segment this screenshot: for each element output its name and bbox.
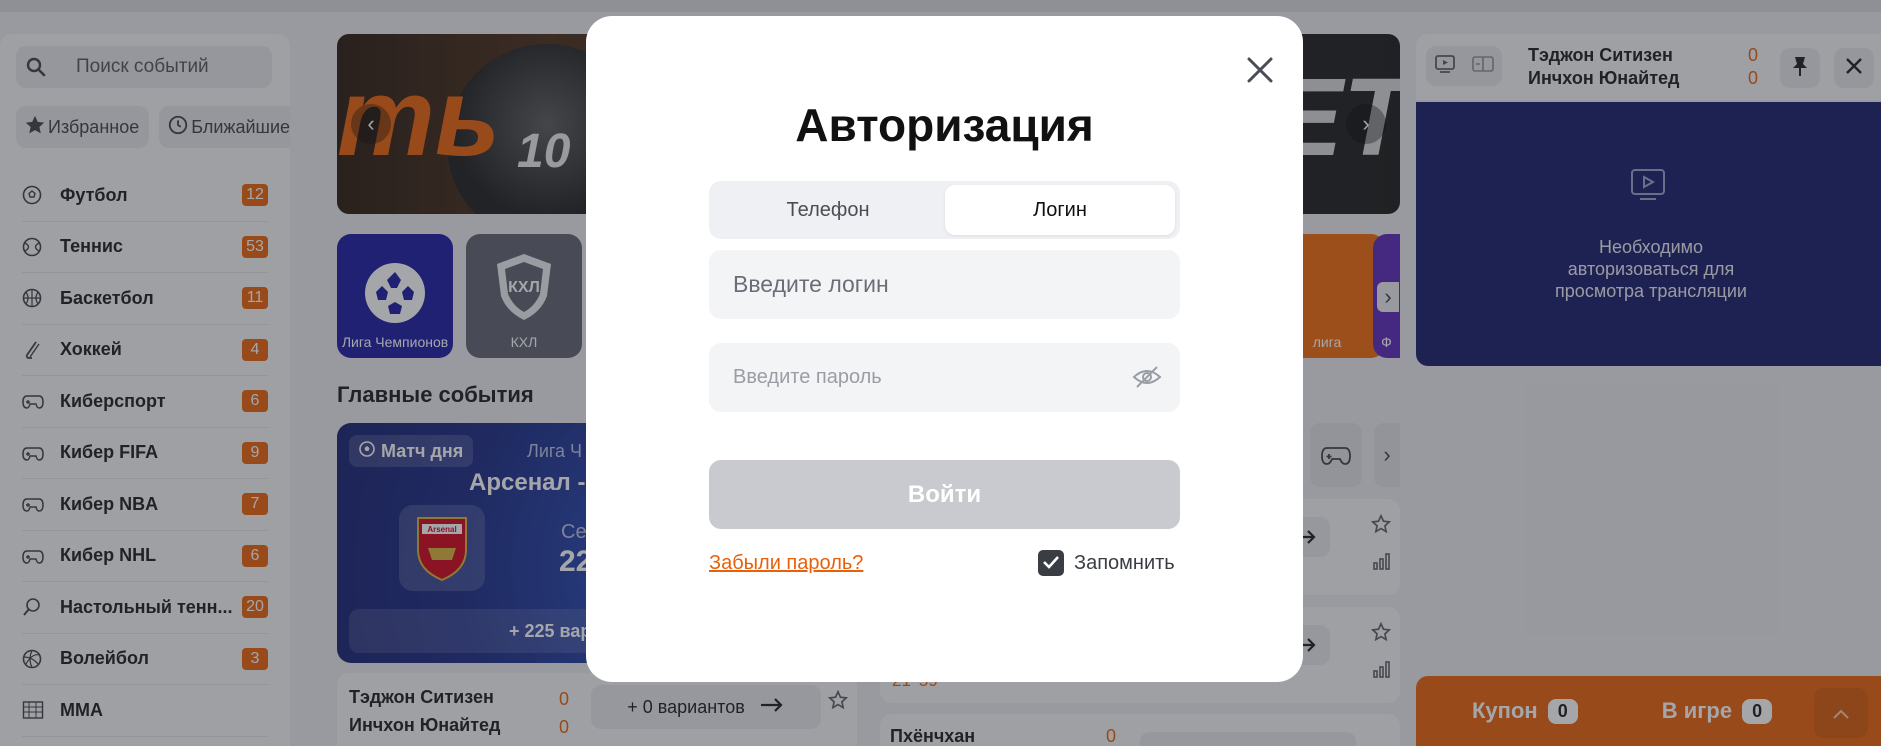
login-submit-button[interactable]: Войти	[709, 460, 1180, 529]
login-field	[709, 250, 1180, 319]
close-modal-button[interactable]	[1238, 50, 1282, 94]
password-input[interactable]	[709, 343, 1180, 412]
eye-hidden-icon[interactable]	[1132, 365, 1162, 394]
tab-login[interactable]: Логин	[945, 185, 1175, 235]
remember-me: Запомнить	[1038, 550, 1175, 576]
remember-label: Запомнить	[1074, 551, 1175, 574]
checkmark-icon	[1042, 552, 1060, 575]
modal-title: Авторизация	[795, 99, 1094, 151]
login-input[interactable]	[709, 250, 1180, 319]
auth-tabs: Телефон Логин	[709, 181, 1180, 239]
auth-modal: Авторизация Телефон Логин Войти Забыли п…	[586, 16, 1303, 682]
close-icon	[1246, 56, 1274, 89]
tab-phone[interactable]: Телефон	[713, 185, 943, 235]
remember-checkbox[interactable]	[1038, 550, 1064, 576]
password-field	[709, 343, 1180, 412]
forgot-password-link[interactable]: Забыли пароль?	[709, 552, 863, 575]
